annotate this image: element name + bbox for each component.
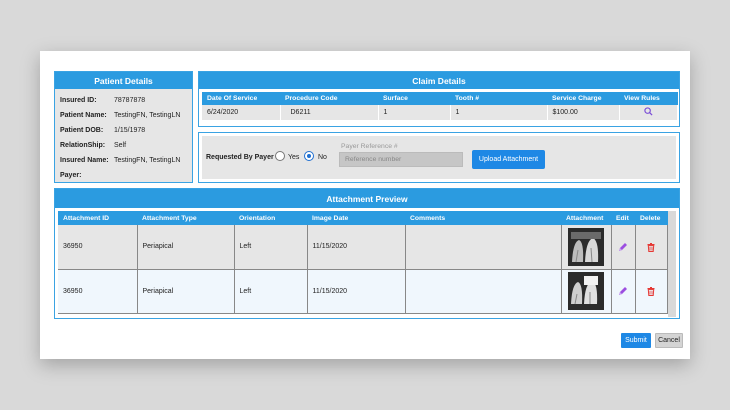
claim-charge: $100.00 [547, 105, 620, 120]
attach-col-edit: Edit [611, 211, 635, 225]
attachment-preview-panel: Attachment Preview Attachment ID Attachm… [54, 188, 680, 319]
attach-orientation: Left [234, 225, 308, 270]
attach-col-delete: Delete [635, 211, 668, 225]
claim-col-charge: Service Charge [547, 92, 619, 105]
attachment-dialog: Patient Details Insured ID: 78787878 Pati… [40, 51, 690, 359]
claim-details-title: Claim Details [199, 72, 679, 89]
payer-reference-input[interactable]: Reference number [339, 152, 463, 167]
attachment-preview-title: Attachment Preview [55, 189, 679, 208]
claim-table: Date Of Service Procedure Code Surface T… [202, 92, 678, 120]
search-icon[interactable] [644, 107, 653, 116]
claim-surface: 1 [378, 105, 451, 120]
attachment-table: Attachment ID Attachment Type Orientatio… [58, 211, 668, 314]
attach-id: 36950 [58, 269, 138, 314]
radio-no-label[interactable]: No [318, 154, 327, 161]
attach-type: Periapical [137, 269, 235, 314]
attach-col-id: Attachment ID [58, 211, 137, 225]
view-rules-button[interactable] [619, 105, 678, 120]
claim-date: 6/24/2020 [202, 105, 281, 120]
patient-row-relationship: RelationShip: Self [60, 142, 127, 149]
radio-yes[interactable] [275, 151, 285, 161]
claim-col-date: Date Of Service [202, 92, 280, 105]
table-scrollbar[interactable] [668, 211, 676, 317]
attachment-thumbnail[interactable] [561, 225, 612, 270]
pencil-icon[interactable] [617, 241, 629, 253]
requested-by-payer-label: Requested By Payer [206, 154, 274, 161]
edit-button[interactable] [611, 225, 636, 270]
xray-image-icon[interactable] [568, 227, 604, 266]
upload-attachment-button[interactable]: Upload Attachment [472, 150, 545, 169]
attach-comments [405, 225, 562, 270]
attachment-thumbnail[interactable] [561, 269, 612, 314]
patient-row-insured-name: Insured Name: TestingFN, TestingLN [60, 157, 181, 164]
edit-button[interactable] [611, 269, 636, 314]
attach-col-orientation: Orientation [234, 211, 307, 225]
table-row: 36950 Periapical Left 11/15/2020 [58, 269, 668, 314]
attach-id: 36950 [58, 225, 138, 270]
claim-tooth: 1 [450, 105, 548, 120]
patient-row-name: Patient Name: TestingFN, TestingLN [60, 112, 181, 119]
claim-row: 6/24/2020 D6211 1 1 $100.00 [202, 105, 678, 120]
radio-no[interactable] [304, 151, 314, 161]
trash-icon[interactable] [645, 285, 657, 297]
delete-button[interactable] [635, 269, 668, 314]
attach-col-attachment: Attachment [561, 211, 611, 225]
patient-row-payer: Payer: [60, 172, 82, 179]
submit-button[interactable]: Submit [621, 333, 651, 348]
patient-details-panel: Patient Details Insured ID: 78787878 Pati… [54, 71, 193, 183]
radio-yes-label[interactable]: Yes [288, 154, 299, 161]
xray-image-icon[interactable] [568, 272, 604, 310]
claim-code: D6211 [280, 105, 379, 120]
patient-row-insured-id: Insured ID: 78787878 [60, 97, 146, 104]
trash-icon[interactable] [645, 241, 657, 253]
patient-row-dob: Patient DOB: 1/15/1978 [60, 127, 146, 134]
claim-col-surface: Surface [378, 92, 450, 105]
payer-reference-label: Payer Reference # [341, 143, 398, 150]
attach-type: Periapical [137, 225, 235, 270]
attach-col-comments: Comments [405, 211, 561, 225]
claim-details-panel: Claim Details Date Of Service Procedure … [198, 71, 680, 127]
table-row: 36950 Periapical Left 11/15/2020 [58, 225, 668, 270]
payer-request-panel: Requested By Payer Yes No Payer Referenc… [198, 132, 680, 183]
attach-orientation: Left [234, 269, 308, 314]
cancel-button[interactable]: Cancel [655, 333, 683, 348]
claim-col-tooth: Tooth # [450, 92, 547, 105]
attach-col-type: Attachment Type [137, 211, 234, 225]
attach-comments [405, 269, 562, 314]
attach-col-date: Image Date [307, 211, 405, 225]
pencil-icon[interactable] [617, 285, 629, 297]
patient-details-title: Patient Details [55, 72, 192, 89]
claim-col-view-rules: View Rules [619, 92, 678, 105]
attach-date: 11/15/2020 [307, 225, 406, 270]
delete-button[interactable] [635, 225, 668, 270]
attach-date: 11/15/2020 [307, 269, 406, 314]
claim-col-code: Procedure Code [280, 92, 378, 105]
